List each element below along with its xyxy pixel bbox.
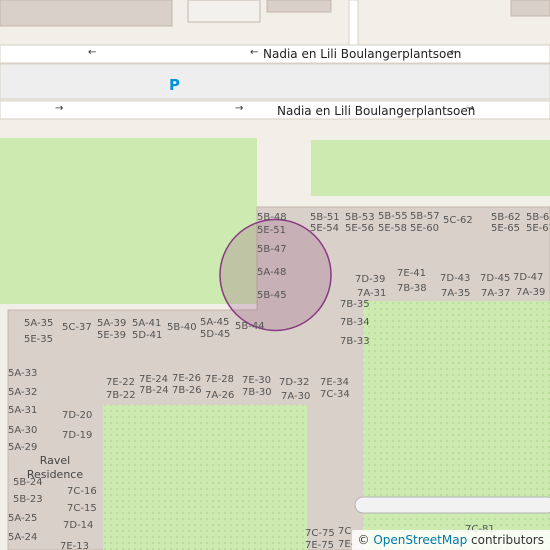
copyright-symbol: © (357, 533, 370, 547)
unit-label: 5A-30 (8, 425, 38, 436)
street-label-south: Nadia en Lili Boulangerplantsoen (277, 104, 476, 118)
unit-label: 7B-30 (242, 387, 272, 398)
oneway-arrow-icon: → (466, 103, 475, 114)
unit-label: 5E-58 (378, 223, 408, 234)
unit-label: 5B-48 (257, 212, 287, 223)
unit-label: 7D-20 (62, 410, 93, 421)
unit-label: 5A-45 (200, 317, 230, 328)
unit-label: 7A-39 (516, 287, 546, 298)
unit-label: 7B-26 (172, 385, 202, 396)
unit-label: 5A-35 (24, 318, 54, 329)
building-top-mid (187, 0, 261, 23)
unit-label: 7E-22 (106, 377, 136, 388)
unit-label: 5E-56 (345, 223, 375, 234)
unit-label: 7B-35 (340, 299, 370, 310)
unit-label: 7E-41 (397, 268, 427, 279)
unit-label: 7D-19 (62, 430, 93, 441)
unit-label: 7E-30 (242, 375, 272, 386)
unit-label: 5C-62 (443, 215, 473, 226)
unit-label: 5E-54 (310, 223, 340, 234)
unit-label: 7D-32 (279, 377, 310, 388)
grass-east (311, 140, 550, 196)
unit-label: 7A-31 (357, 288, 387, 299)
unit-label: 7E-24 (139, 374, 169, 385)
unit-label: 5A-39 (97, 318, 127, 329)
unit-label: 7D-45 (480, 273, 511, 284)
oneway-arrow-icon: ← (450, 47, 459, 58)
unit-label: 7C-34 (320, 389, 350, 400)
unit-label: 5A-25 (8, 513, 38, 524)
unit-label: 7A-35 (441, 288, 471, 299)
oneway-arrow-icon: ← (88, 47, 97, 58)
openstreetmap-link[interactable]: OpenStreetMap (373, 533, 467, 547)
unit-label: 7B-22 (106, 390, 136, 401)
unit-label: 7A-37 (481, 288, 511, 299)
unit-label: 5E-39 (97, 330, 127, 341)
unit-label: 5A-41 (132, 318, 162, 329)
unit-label: 5A-31 (8, 405, 38, 416)
unit-label: 7A-26 (205, 390, 235, 401)
attribution-suffix: contributors (471, 533, 544, 547)
unit-label: 5B-23 (13, 494, 43, 505)
oneway-arrow-icon: → (55, 103, 64, 114)
map-attribution: © OpenStreetMap contributors (351, 530, 550, 550)
unit-label: 5E-51 (257, 225, 287, 236)
unit-label: 5B-45 (257, 290, 287, 301)
parking-icon: P (169, 76, 180, 94)
unit-label: 7D-47 (513, 272, 544, 283)
parking-area (0, 63, 550, 100)
unit-label: 7C-15 (67, 503, 97, 514)
unit-label: 7E-28 (205, 374, 235, 385)
building-top-left (0, 0, 173, 27)
unit-label: 5A-29 (8, 442, 38, 453)
unit-label: 7B-33 (340, 336, 370, 347)
unit-label: 5B-53 (345, 212, 375, 223)
unit-label: 5B-40 (167, 322, 197, 333)
unit-label: 5B-44 (235, 321, 265, 332)
unit-label: 5E-67 (526, 223, 550, 234)
unit-label: 5A-24 (8, 532, 38, 543)
unit-label: 7D-43 (440, 273, 471, 284)
map-view[interactable]: ← ← Nadia en Lili Boulangerplantsoen ← P… (0, 0, 550, 550)
unit-label: 7D-39 (355, 274, 386, 285)
unit-label: 5A-32 (8, 387, 38, 398)
unit-label: 5A-33 (8, 368, 38, 379)
unit-label: 7C-75 (305, 528, 335, 539)
unit-label: 7E-75 (305, 540, 335, 550)
unit-label: 5D-41 (132, 330, 163, 341)
unit-label: 7E-26 (172, 373, 202, 384)
unit-label: 7A-30 (281, 391, 311, 402)
footpath (348, 0, 359, 47)
unit-label: 7B-34 (340, 317, 370, 328)
grass-west (0, 138, 257, 304)
unit-label: 5E-65 (491, 223, 521, 234)
unit-label: 7D-14 (63, 520, 94, 531)
building-top-far-right (510, 0, 550, 17)
unit-label: 5A-48 (257, 267, 287, 278)
building-top-right (266, 0, 332, 13)
street-label-north: Nadia en Lili Boulangerplantsoen (263, 47, 462, 61)
unit-label: 5B-64 (526, 212, 550, 223)
unit-label: 5B-57 (410, 211, 440, 222)
unit-label: 5D-45 (200, 329, 231, 340)
unit-label: 7B-38 (397, 283, 427, 294)
unit-label: 7E-13 (60, 541, 90, 550)
oneway-arrow-icon: → (235, 103, 244, 114)
unit-label: 7B-24 (139, 385, 169, 396)
unit-label: 5B-24 (13, 477, 43, 488)
unit-label: 5C-37 (62, 322, 92, 333)
unit-label: 5B-51 (310, 212, 340, 223)
unit-label: 5B-47 (257, 244, 287, 255)
unit-label: 7C-16 (67, 486, 97, 497)
unit-label: 5E-60 (410, 223, 440, 234)
unit-label: 5B-62 (491, 212, 521, 223)
unit-label: 7E-34 (320, 377, 350, 388)
courtyard-path (354, 496, 550, 514)
oneway-arrow-icon: ← (250, 47, 259, 58)
unit-label: 5B-55 (378, 211, 408, 222)
unit-label: 5E-35 (24, 334, 54, 345)
courtyard-garden-south (103, 405, 307, 550)
